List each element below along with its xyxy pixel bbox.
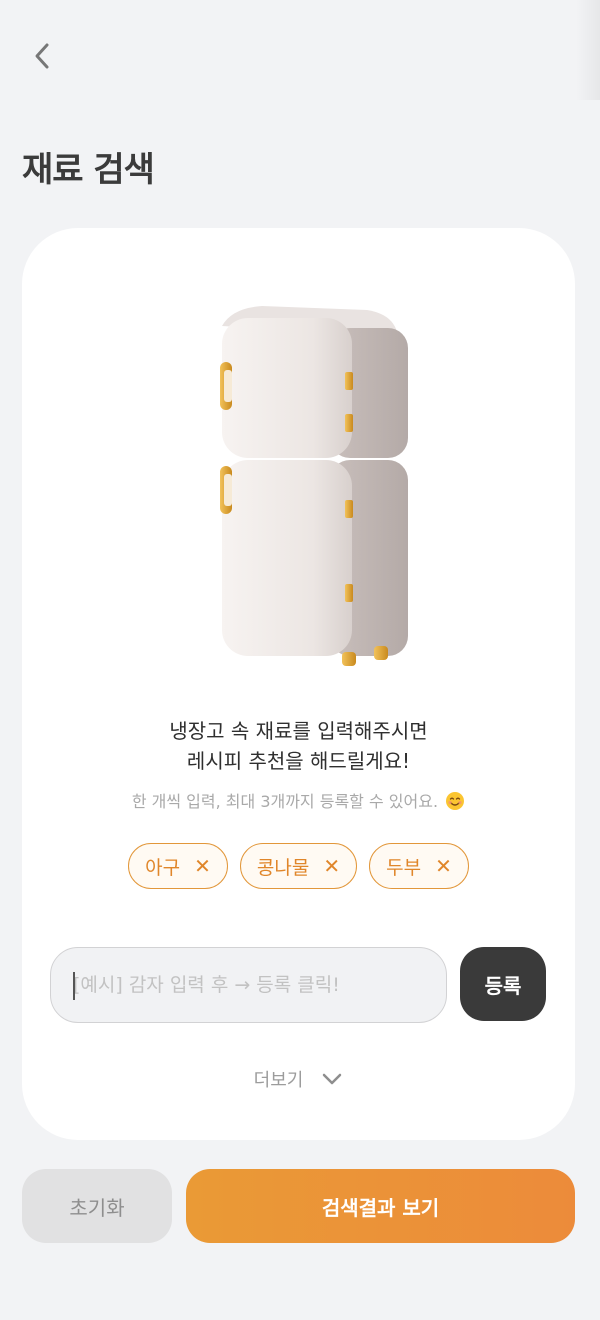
more-toggle[interactable]: 더보기 [22,1066,575,1092]
page-title: 재료 검색 [22,150,155,190]
smiling-face-icon [446,792,465,810]
ingredient-chip[interactable]: 콩나물 ✕ [239,843,358,889]
chip-label: 아구 [145,856,181,879]
close-icon[interactable]: ✕ [194,856,211,876]
chip-label: 콩나물 [256,856,310,879]
instruction-subtext: 한 개씩 입력, 최대 3개까지 등록할 수 있어요. [22,788,575,812]
instruction-headline: 냉장고 속 재료를 입력해주시면 레시피 추천을 해드릴게요! [22,716,575,776]
refrigerator-illustration [220,306,408,666]
chevron-left-icon [35,43,49,69]
view-results-button[interactable]: 검색결과 보기 [186,1169,575,1243]
back-button[interactable] [24,36,60,76]
ingredient-input-wrapper [50,947,447,1023]
close-icon[interactable]: ✕ [323,856,340,876]
ingredient-chip[interactable]: 아구 ✕ [128,843,228,889]
close-icon[interactable]: ✕ [435,856,452,876]
subtext-label: 한 개씩 입력, 최대 3개까지 등록할 수 있어요. [131,792,439,811]
reset-button[interactable]: 초기화 [22,1169,172,1243]
ingredient-chips: 아구 ✕ 콩나물 ✕ 두부 ✕ [22,843,575,889]
headline-line-2: 레시피 추천을 해드릴게요! [186,749,411,773]
search-card: 냉장고 속 재료를 입력해주시면 레시피 추천을 해드릴게요! 한 개씩 입력,… [22,228,575,1140]
headline-line-1: 냉장고 속 재료를 입력해주시면 [169,719,428,743]
chip-label: 두부 [386,856,422,879]
text-caret [73,972,75,1000]
chevron-down-icon [323,1073,342,1085]
more-label: 더보기 [253,1070,304,1091]
edge-shadow [576,0,600,100]
ingredient-input[interactable] [73,974,446,996]
register-button[interactable]: 등록 [460,947,546,1021]
ingredient-search-screen: 재료 검색 냉장고 속 재료를 입력해주시면 레시피 추천을 해드릴게요! 한 … [0,0,600,1320]
ingredient-chip[interactable]: 두부 ✕ [369,843,469,889]
